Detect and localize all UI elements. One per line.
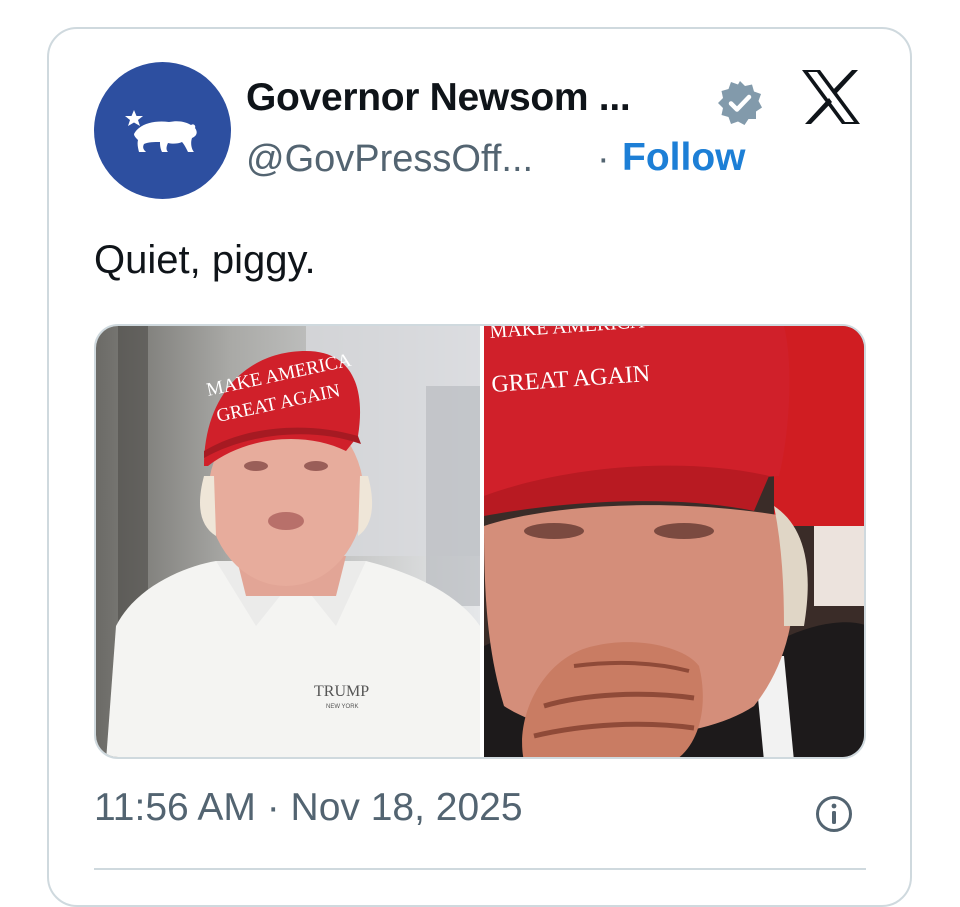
left-shirt-sublogo: NEW YORK [326,704,359,710]
tweet-timestamp[interactable]: 11:56 AM · Nov 18, 2025 [94,786,523,830]
left-shirt-logo: TRUMP [314,683,369,700]
media-grid: MAKE AMERICA GREAT AGAIN TRUMP NEW YORK [94,324,866,759]
verified-badge-icon [718,81,762,125]
california-bear-icon [125,110,197,152]
separator-dot: · [597,138,610,180]
divider [94,868,866,870]
follow-button[interactable]: Follow [622,136,745,180]
tweet-text: Quiet, piggy. [94,238,316,282]
avatar[interactable] [94,62,231,199]
photo-left[interactable]: MAKE AMERICA GREAT AGAIN TRUMP NEW YORK [96,326,480,757]
author-name[interactable]: Governor Newsom ... [246,76,631,120]
x-logo-icon[interactable] [800,68,862,126]
photo-right[interactable]: MAKE AMERICA GREAT AGAIN [484,326,864,757]
info-icon[interactable] [815,795,853,833]
author-handle[interactable]: @GovPressOff... [246,138,533,181]
